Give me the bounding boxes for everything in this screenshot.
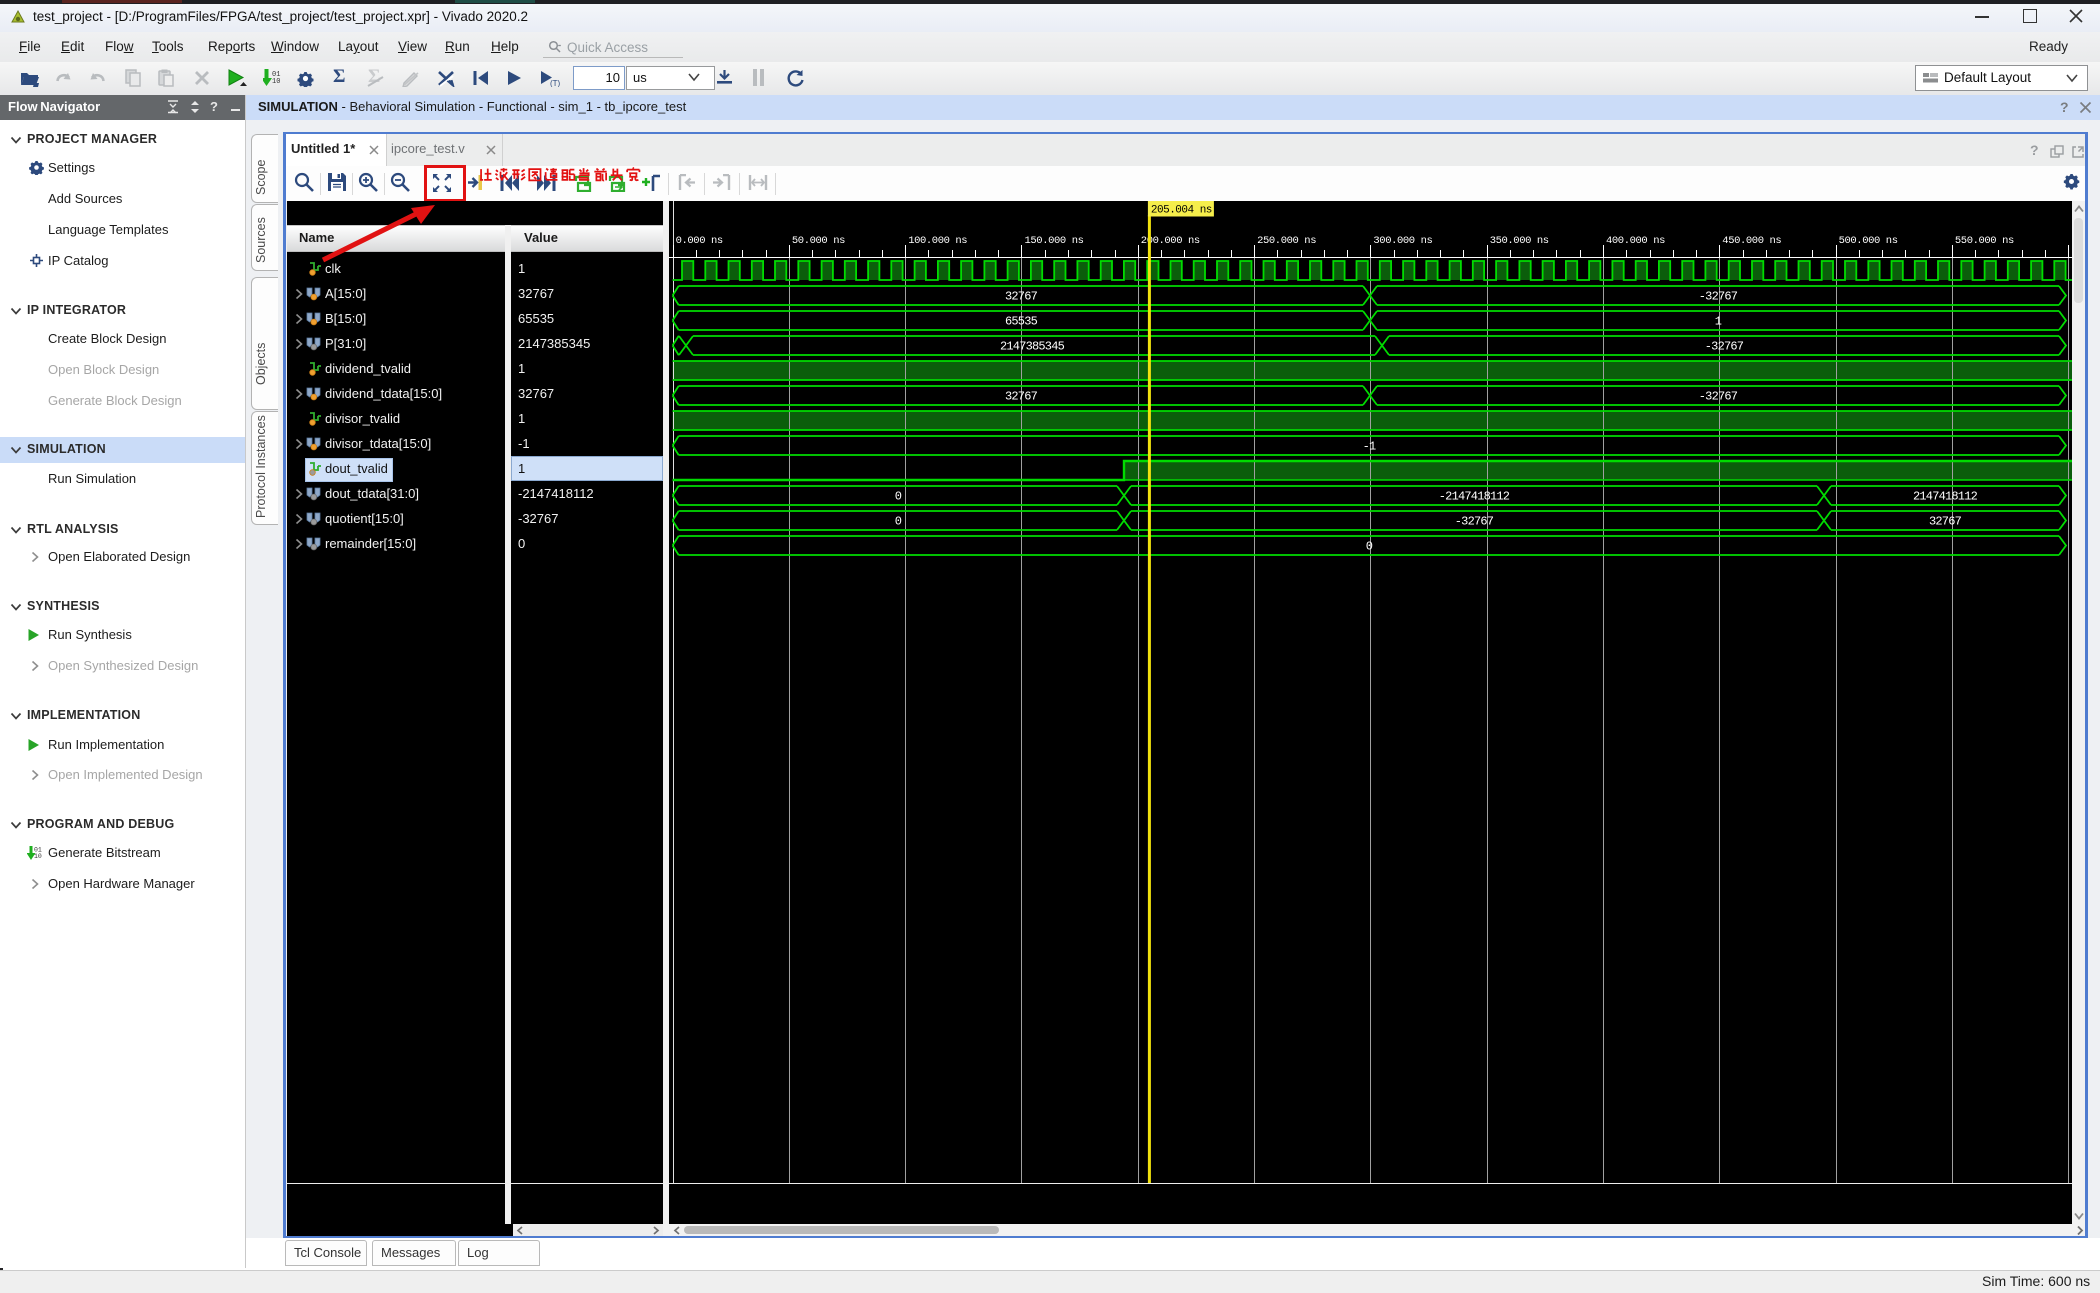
svg-text:100.000 ns: 100.000 ns — [908, 235, 967, 247]
svg-text:300.000 ns: 300.000 ns — [1373, 235, 1432, 247]
svg-text:32767: 32767 — [1929, 515, 1962, 529]
svg-text:-32767: -32767 — [1699, 290, 1738, 304]
svg-text:1: 1 — [1715, 315, 1722, 329]
svg-text:500.000 ns: 500.000 ns — [1839, 235, 1898, 247]
svg-text:550.000 ns: 550.000 ns — [1955, 235, 2014, 247]
svg-text:-1: -1 — [1363, 440, 1376, 454]
svg-text:350.000 ns: 350.000 ns — [1490, 235, 1549, 247]
svg-text:-32767: -32767 — [1705, 340, 1744, 354]
svg-text:50.000 ns: 50.000 ns — [792, 235, 845, 247]
svg-text:-32767: -32767 — [1455, 515, 1494, 529]
svg-text:10: 10 — [272, 78, 280, 86]
svg-text:10: 10 — [34, 853, 42, 860]
svg-text:0: 0 — [895, 490, 902, 504]
svg-text:-2147418112: -2147418112 — [1439, 490, 1510, 504]
svg-text:250.000 ns: 250.000 ns — [1257, 235, 1316, 247]
svg-text:-32767: -32767 — [1699, 390, 1738, 404]
svg-text:0: 0 — [895, 515, 902, 529]
svg-text:150.000 ns: 150.000 ns — [1025, 235, 1084, 247]
svg-text:2147385345: 2147385345 — [1000, 340, 1065, 354]
svg-text:450.000 ns: 450.000 ns — [1722, 235, 1781, 247]
svg-text:32767: 32767 — [1005, 390, 1038, 404]
svg-text:32767: 32767 — [1005, 290, 1038, 304]
svg-text:0: 0 — [1366, 540, 1373, 554]
svg-text:400.000 ns: 400.000 ns — [1606, 235, 1665, 247]
svg-text:(T): (T) — [550, 79, 561, 87]
svg-text:65535: 65535 — [1005, 315, 1038, 329]
svg-text:205.004 ns: 205.004 ns — [1151, 205, 1212, 217]
svg-text:0.000 ns: 0.000 ns — [676, 235, 723, 247]
svg-text:2147418112: 2147418112 — [1913, 490, 1978, 504]
